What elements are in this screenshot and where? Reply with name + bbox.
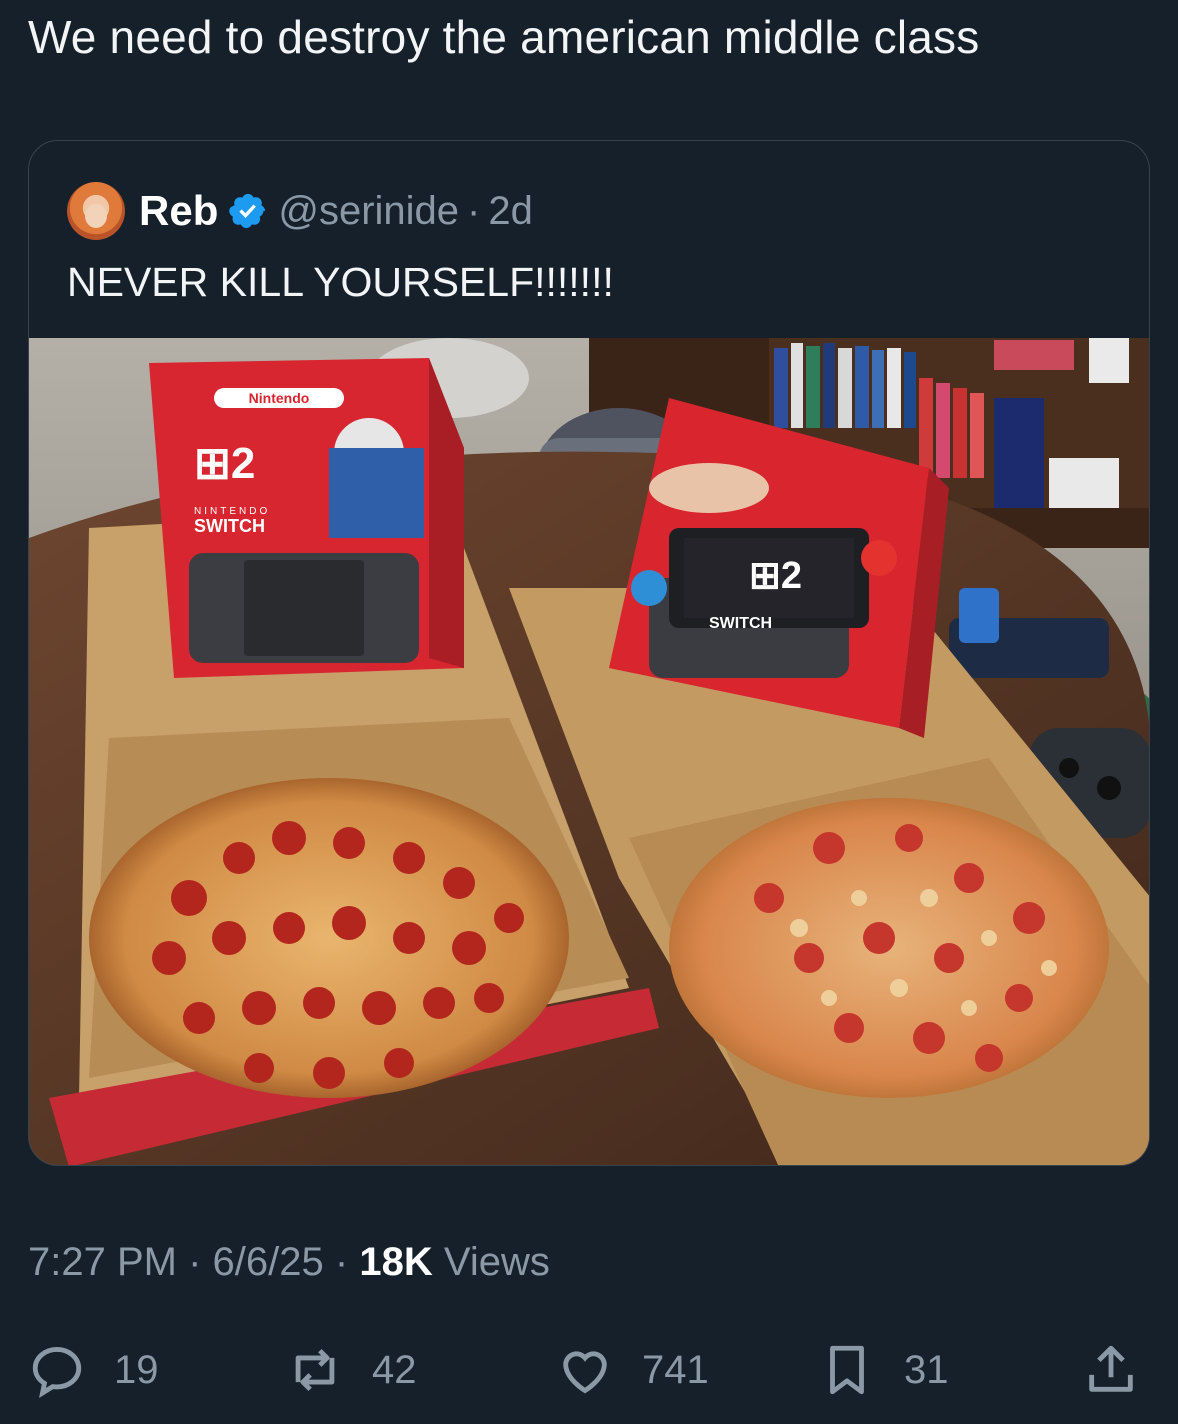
bookmark-button[interactable]: 31 — [818, 1330, 949, 1410]
box-line2-right: SWITCH — [709, 615, 772, 632]
reply-button[interactable]: 19 — [28, 1330, 159, 1410]
action-bar: 19 42 741 31 — [28, 1330, 1150, 1410]
photo-illustration: Nintendo ⊞2 NINTENDO SWITCH ⊞2 SWITCH — [29, 338, 1149, 1165]
post-time[interactable]: 7:27 PM — [28, 1240, 177, 1284]
tweet-text: We need to destroy the american middle c… — [28, 11, 980, 63]
quoted-author-handle[interactable]: @serinide — [278, 189, 459, 234]
post-date[interactable]: 6/6/25 — [213, 1240, 324, 1284]
svg-text:⊞2: ⊞2 — [194, 439, 255, 488]
share-button[interactable] — [1082, 1330, 1168, 1410]
quoted-tweet-photo[interactable]: Nintendo ⊞2 NINTENDO SWITCH ⊞2 SWITCH — [29, 338, 1149, 1165]
bookmark-count: 31 — [904, 1347, 949, 1392]
quoted-tweet-header: Reb @serinide · 2d — [67, 181, 533, 241]
avatar[interactable] — [67, 182, 125, 240]
quoted-time-ago[interactable]: 2d — [488, 189, 533, 234]
tweet-meta: 7:27 PM · 6/6/25 · 18K Views — [28, 1240, 550, 1285]
box-line2-left: SWITCH — [194, 516, 265, 536]
reply-count: 19 — [114, 1347, 159, 1392]
bookmark-icon — [830, 1345, 864, 1395]
separator-dot: · — [467, 188, 481, 233]
repost-button[interactable]: 42 — [286, 1330, 417, 1410]
box-brand-left: Nintendo — [249, 390, 310, 406]
separator-dot: · — [334, 1240, 349, 1284]
repost-count: 42 — [372, 1347, 417, 1392]
separator-dot: · — [188, 1240, 202, 1284]
quoted-author-name[interactable]: Reb — [139, 187, 218, 235]
repost-icon — [295, 1348, 335, 1392]
heart-icon — [563, 1351, 607, 1394]
quoted-tweet-card[interactable]: Reb @serinide · 2d NEVER KILL YOURSELF!!… — [28, 140, 1150, 1166]
views-label: Views — [443, 1240, 550, 1284]
verified-badge-icon — [229, 193, 266, 229]
like-count: 741 — [642, 1347, 709, 1392]
share-icon — [1089, 1345, 1133, 1392]
reply-icon — [32, 1347, 82, 1398]
quoted-tweet-text: NEVER KILL YOURSELF!!!!!!! — [67, 259, 614, 305]
like-button[interactable]: 741 — [556, 1330, 709, 1410]
views-count: 18K — [359, 1240, 433, 1284]
svg-text:⊞2: ⊞2 — [749, 555, 802, 597]
